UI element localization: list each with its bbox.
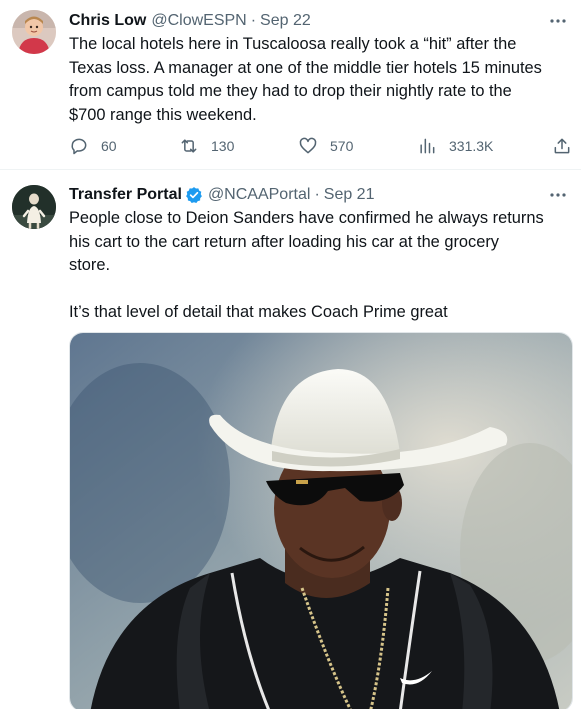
avatar[interactable] [12, 185, 56, 229]
avatar[interactable] [12, 10, 56, 54]
display-name[interactable]: Chris Low [69, 12, 146, 30]
tweet-actions: 60 130 570 331.3K [69, 135, 571, 157]
share-icon [554, 138, 570, 154]
tweet-header: Chris Low @ClowESPN · Sep 22 [69, 10, 569, 32]
share-button[interactable] [552, 135, 572, 157]
retweet-icon [181, 139, 197, 153]
tweet[interactable]: Transfer Portal @NCAAPortal · Sep 21 Peo… [0, 171, 581, 709]
reply-icon [71, 138, 87, 155]
tweet[interactable]: Chris Low @ClowESPN · Sep 22 The local h… [0, 0, 581, 170]
handle[interactable]: @NCAAPortal [208, 186, 311, 204]
views-icon [420, 138, 435, 154]
like-button[interactable]: 570 [298, 135, 353, 157]
tweet-date[interactable]: Sep 21 [324, 186, 375, 204]
retweet-count: 130 [211, 138, 235, 154]
separator-dot: · [250, 12, 257, 29]
tweet-date[interactable]: Sep 22 [260, 12, 311, 30]
like-icon [299, 137, 317, 154]
retweet-button[interactable]: 130 [179, 135, 234, 157]
views-count: 331.3K [449, 138, 494, 154]
like-count: 570 [330, 138, 354, 154]
reply-count: 60 [101, 138, 117, 154]
tweet-header: Transfer Portal @NCAAPortal · Sep 21 [69, 184, 569, 206]
handle[interactable]: @ClowESPN [151, 12, 246, 30]
tweet-text: The local hotels here in Tuscaloosa real… [69, 35, 542, 124]
display-name[interactable]: Transfer Portal [69, 186, 182, 204]
more-icon[interactable] [547, 184, 569, 206]
more-icon[interactable] [547, 10, 569, 32]
reply-button[interactable]: 60 [69, 135, 117, 157]
tweet-media-photo[interactable] [69, 332, 573, 709]
verified-badge-icon [185, 186, 203, 204]
tweet-text: People close to Deion Sanders have confi… [69, 209, 544, 321]
views-button[interactable]: 331.3K [417, 135, 493, 157]
separator-dot: · [314, 186, 320, 203]
